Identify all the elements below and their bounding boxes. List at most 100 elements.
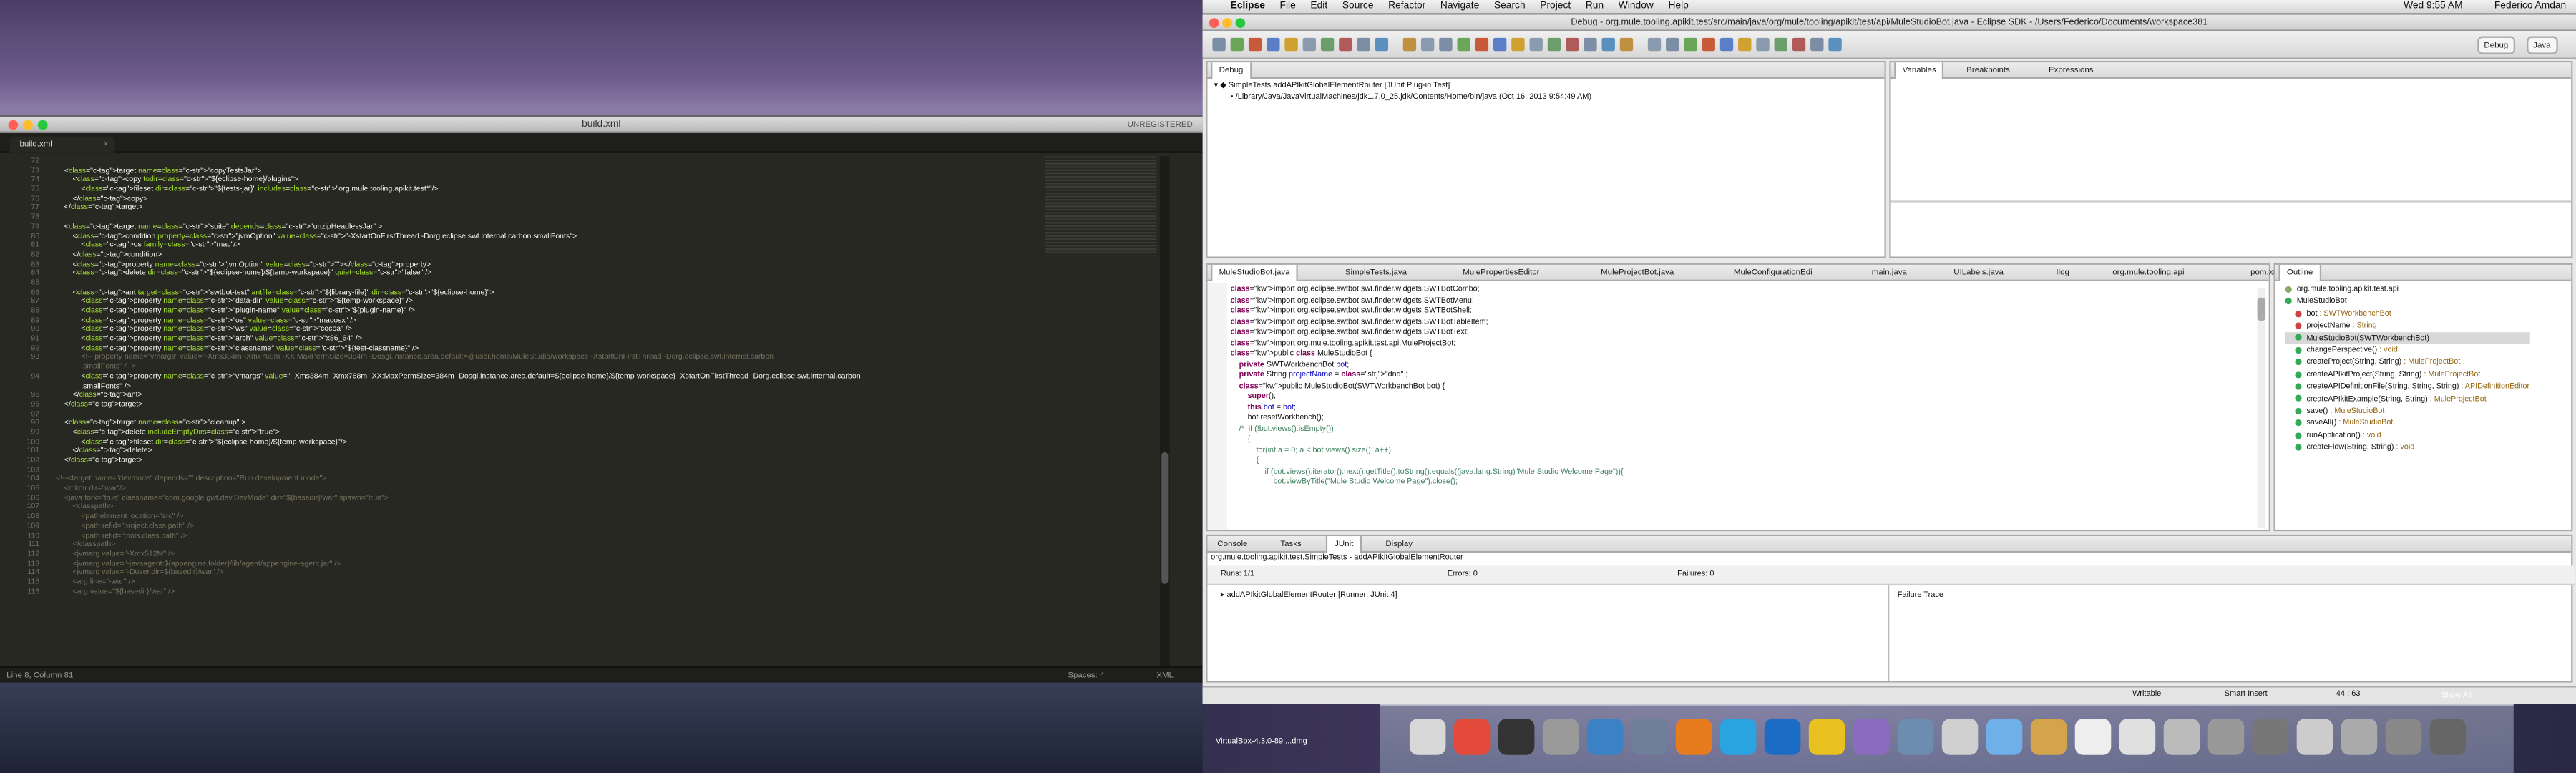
toolbar-button-icon[interactable] [1566,37,1579,52]
toolbar-button-icon[interactable] [1619,37,1634,52]
editor-tab[interactable]: SimpleTests.java [1339,265,1414,281]
toolbar-button-icon[interactable] [1684,37,1697,52]
dock-app-icon[interactable] [1897,719,1934,755]
outline-item[interactable]: changePerspective() : void [2285,344,2530,356]
scrollbar[interactable] [1159,156,1170,666]
zoom-icon[interactable] [1235,18,1246,29]
clock[interactable]: Wed 9:55 AM [2404,0,2462,15]
editor-tab[interactable]: MulePropertiesEditor [1456,265,1546,281]
toolbar-button-icon[interactable] [1647,37,1662,52]
outline-item[interactable]: MuleStudioBot [2285,295,2530,307]
toolbar-button-icon[interactable] [1439,37,1453,52]
dock-app-icon[interactable] [2429,719,2467,755]
outline-tree[interactable]: org.mule.tooling.apikit.test.api MuleStud… [2285,283,2530,453]
dock-app-icon[interactable] [1808,719,1845,755]
menu-run[interactable]: Run [1586,1,1604,11]
outline-item[interactable]: createAPIDefinitionFile(String, String, … [2285,380,2529,392]
editor-tab[interactable]: org.mule.tooling.api [2106,265,2191,281]
editor-tab[interactable]: Ilog [2049,265,2076,281]
toolbar-button-icon[interactable] [1792,37,1806,52]
junit-test-item[interactable]: ▸ addAPIkitGlobalElementRouter [Runner: … [1221,592,1397,603]
dock-app-icon[interactable] [1586,719,1624,755]
dock-app-icon[interactable] [1453,719,1491,755]
perspective-debug[interactable]: Debug [2477,36,2515,54]
dock-app-icon[interactable] [2296,719,2333,755]
perspective-java[interactable]: Java [2527,36,2557,54]
download-label[interactable]: VirtualBox-4.3.0-89....dmg [1216,739,1307,749]
spaces-setting[interactable]: Spaces: 4 [1068,668,1104,684]
toolbar-button-icon[interactable] [1738,37,1752,52]
outline-item[interactable]: bot : SWTWorkbenchBot [2285,307,2530,319]
tab-expressions[interactable]: Expressions [2042,62,2100,79]
outline-item[interactable]: createFlow(String, String) : void [2285,441,2530,453]
dock-app-icon[interactable] [1719,719,1757,755]
toolbar-button-icon[interactable] [1302,37,1317,52]
toolbar-button-icon[interactable] [1810,37,1824,52]
tab-debug[interactable]: Debug [1211,62,1252,79]
toolbar-button-icon[interactable] [1375,37,1389,52]
dock-app-icon[interactable] [2207,719,2245,755]
toolbar-button-icon[interactable] [1357,37,1370,52]
menu-project[interactable]: Project [1540,1,1571,11]
dock-app-icon[interactable] [2030,719,2067,755]
minimap[interactable] [1045,156,1157,256]
toolbar-button-icon[interactable] [1284,37,1298,52]
menu-navigate[interactable]: Navigate [1440,1,1479,11]
editor-scrollbar[interactable] [2257,288,2266,528]
editor-tab[interactable]: MuleProjectBot.java [1594,265,1680,281]
dock-app-icon[interactable] [1542,719,1579,755]
editor-tab[interactable]: MuleStudioBot.java [1211,264,1298,281]
dock-app-icon[interactable] [2341,719,2378,755]
outline-item[interactable]: MuleStudioBot(SWTWorkbenchBot) [2285,331,2530,344]
editor-code[interactable]: class="kw">import org.eclipse.swtbot.swt… [1231,285,2249,532]
toolbar-button-icon[interactable] [1828,37,1842,52]
menu-help[interactable]: Help [1668,1,1688,11]
dock-app-icon[interactable] [2252,719,2289,755]
process-item[interactable]: ▪ /Library/Java/JavaVirtualMachines/jdk1… [1214,93,1592,104]
menu-search[interactable]: Search [1494,1,1526,11]
dock-app-icon[interactable] [1853,719,1890,755]
toolbar-button-icon[interactable] [1756,37,1770,52]
toolbar-button-icon[interactable] [1248,37,1262,52]
tab-console[interactable]: Console [1211,536,1254,553]
toolbar-button-icon[interactable] [1493,37,1507,52]
dock-app-icon[interactable] [1941,719,1979,755]
show-all-button[interactable]: Show All [2441,692,2472,703]
dock-app-icon[interactable] [1986,719,2023,755]
outline-item[interactable]: runApplication() : void [2285,429,2530,441]
outline-item[interactable]: save() : MuleStudioBot [2285,404,2530,417]
dock-app-icon[interactable] [2385,719,2422,755]
menu-edit[interactable]: Edit [1310,1,1327,11]
toolbar-button-icon[interactable] [1475,37,1489,52]
toolbar-button-icon[interactable] [1267,37,1280,52]
launch-item[interactable]: ▾ ◆ SimpleTests.addAPIkitGlobalElementRo… [1214,82,1591,93]
user-name[interactable]: Federico Amdan [2494,0,2566,15]
editor-tab[interactable]: UILabels.java [1947,265,2010,281]
dock-app-icon[interactable] [2163,719,2200,755]
toolbar-button-icon[interactable] [1774,37,1787,52]
toolbar-button-icon[interactable] [1212,37,1226,52]
code-area[interactable]: <class="c-tag">target name=class="c-str"… [56,156,1042,666]
toolbar-button-icon[interactable] [1702,37,1715,52]
toolbar-button-icon[interactable] [1457,37,1470,52]
outline-item[interactable]: createProject(String, String) : MuleProj… [2285,356,2530,368]
toolbar-button-icon[interactable] [1339,37,1352,52]
toolbar-button-icon[interactable] [1666,37,1679,52]
tab-junit[interactable]: JUnit [1326,536,1362,553]
close-tab-icon[interactable]: × [104,137,109,153]
menu-window[interactable]: Window [1619,1,1654,11]
toolbar-button-icon[interactable] [1529,37,1543,52]
menu-refactor[interactable]: Refactor [1388,1,1425,11]
toolbar-button-icon[interactable] [1584,37,1597,52]
syntax-setting[interactable]: XML [1156,668,1174,684]
dock-app-icon[interactable] [2119,719,2156,755]
dock-app-icon[interactable] [1631,719,1668,755]
toolbar-button-icon[interactable] [1719,37,1734,52]
outline-item[interactable]: org.mule.tooling.apikit.test.api [2285,283,2530,295]
close-icon[interactable] [8,120,19,130]
toolbar-button-icon[interactable] [1511,37,1525,52]
dock-app-icon[interactable] [1409,719,1446,755]
eclipse-titlebar[interactable]: Debug - org.mule.tooling.apikit.test/src… [1202,14,2576,31]
tab-breakpoints[interactable]: Breakpoints [1960,62,2016,79]
dock-app-icon[interactable] [1498,719,1535,755]
